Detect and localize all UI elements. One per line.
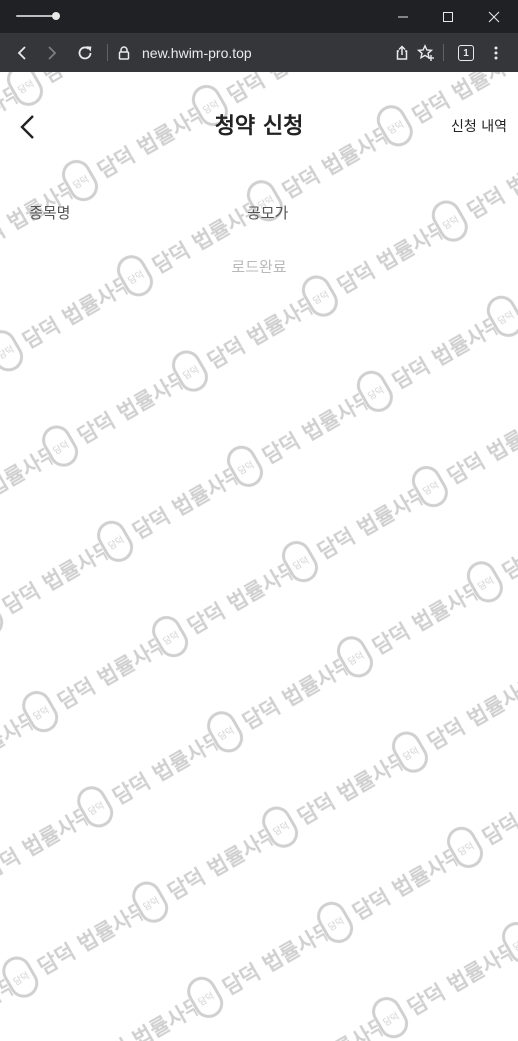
page-back-button[interactable] <box>14 112 40 142</box>
more-vertical-icon <box>494 46 498 60</box>
title-bar <box>0 0 518 33</box>
browser-menu-button[interactable] <box>482 39 510 67</box>
application-history-link[interactable]: 신청 내역 <box>451 117 507 137</box>
minimize-icon <box>398 16 408 17</box>
share-icon <box>396 45 408 60</box>
browser-forward-button[interactable] <box>38 39 66 67</box>
close-icon <box>488 11 500 22</box>
lock-icon[interactable] <box>117 45 131 61</box>
chevron-left-icon <box>20 115 34 139</box>
load-status-text: 로드완료 <box>231 258 287 276</box>
browser-window: new.hwim-pro.top 1 청약 신청 신청 내역 종목명 공모가 로… <box>0 0 518 1041</box>
arrow-right-icon <box>48 46 57 60</box>
column-header-name: 종목명 <box>29 204 71 222</box>
address-bar-url[interactable]: new.hwim-pro.top <box>142 43 252 63</box>
toolbar-separator <box>443 44 444 61</box>
add-favorite-button[interactable] <box>412 39 440 67</box>
arrow-left-icon <box>17 46 26 60</box>
reload-button[interactable] <box>71 39 99 67</box>
maximize-icon <box>443 11 453 22</box>
page-title: 청약 신청 <box>214 114 304 139</box>
star-add-icon <box>417 44 434 61</box>
page-content: 담덕 담덕 법률사무소 청약 신청 신청 내역 종목명 공모가 로드완료 <box>0 72 518 1041</box>
browser-toolbar: new.hwim-pro.top 1 <box>0 33 518 72</box>
column-header-offer-price: 공모가 <box>247 204 289 222</box>
page-header: 청약 신청 신청 내역 <box>0 72 518 180</box>
tab-switcher-button[interactable]: 1 <box>452 39 480 67</box>
reload-icon <box>78 46 92 60</box>
toolbar-separator <box>107 44 108 61</box>
close-window-button[interactable] <box>471 0 517 33</box>
browser-back-button[interactable] <box>8 39 36 67</box>
tab-strip-line <box>16 15 56 17</box>
minimize-button[interactable] <box>380 0 426 33</box>
maximize-button[interactable] <box>425 0 471 33</box>
tab-strip-knob <box>52 12 60 20</box>
tab-count-badge: 1 <box>458 45 474 61</box>
tab-strip-handle[interactable] <box>16 12 60 20</box>
